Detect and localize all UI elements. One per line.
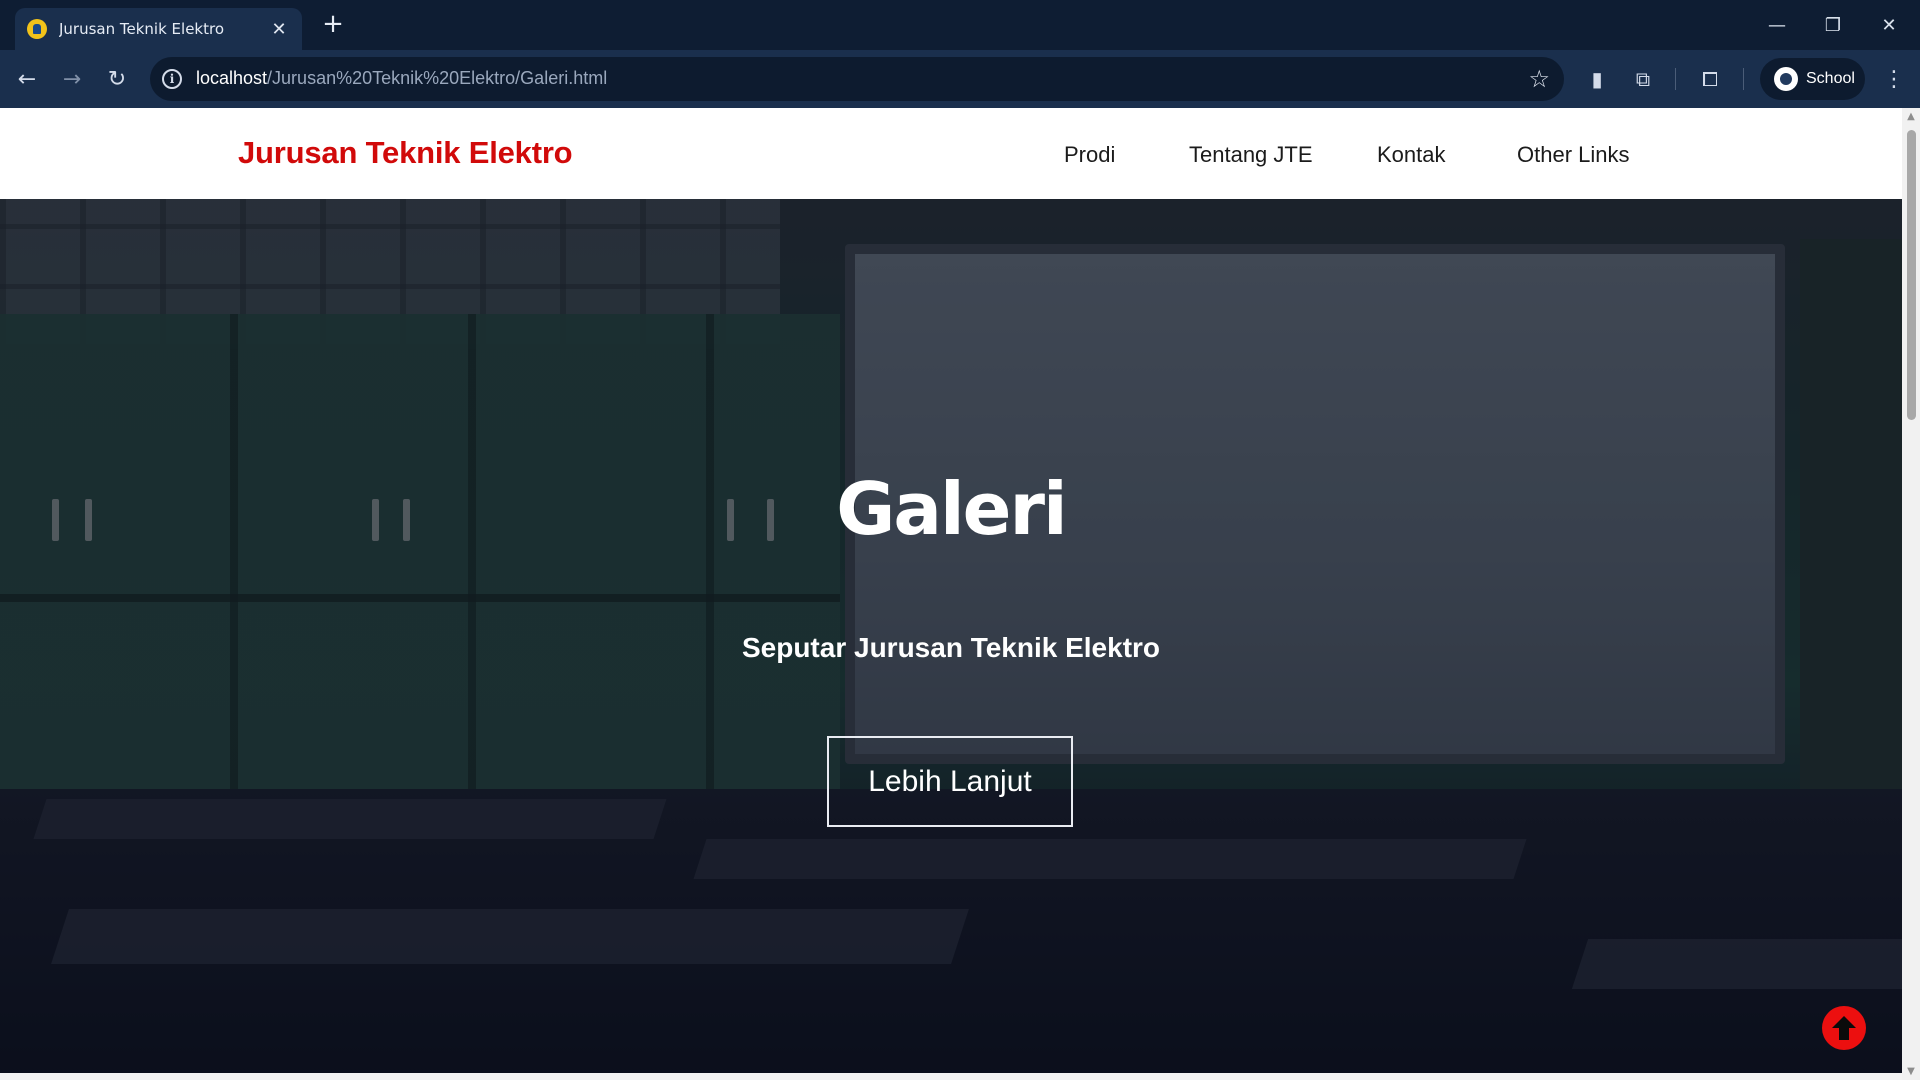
reading-list-icon[interactable]: ▮	[1581, 63, 1613, 95]
hero-subtitle: Seputar Jurusan Teknik Elektro	[741, 632, 1161, 663]
reload-icon[interactable]: ↻	[101, 63, 133, 95]
forward-icon[interactable]: →	[56, 63, 88, 95]
horizontal-scroll-strip	[0, 1073, 1902, 1080]
close-tab-icon[interactable]: ✕	[268, 19, 290, 40]
page-viewport: Jurusan Teknik Elektro Prodi Tentang JTE…	[0, 108, 1920, 1080]
page-scrollbar[interactable]: ▲ ▼	[1902, 108, 1920, 1080]
new-tab-icon[interactable]: +	[318, 10, 348, 40]
site-info-icon[interactable]: i	[162, 69, 182, 89]
nav-link-tentang[interactable]: Tentang JTE	[1189, 142, 1313, 168]
scroll-thumb[interactable]	[1907, 130, 1916, 420]
profile-label: School	[1806, 70, 1855, 87]
back-to-top-button[interactable]	[1822, 1006, 1866, 1050]
scroll-down-icon[interactable]: ▼	[1906, 1066, 1916, 1077]
address-bar[interactable]: i localhost/Jurusan%20Teknik%20Elektro/G…	[150, 57, 1564, 101]
site-brand[interactable]: Jurusan Teknik Elektro	[238, 135, 573, 171]
hero-section: Galeri Seputar Jurusan Teknik Elektro Le…	[0, 199, 1902, 1080]
browser-menu-icon[interactable]: ⋮	[1880, 63, 1908, 95]
scroll-up-icon[interactable]: ▲	[1906, 111, 1916, 122]
lebih-lanjut-button[interactable]: Lebih Lanjut	[827, 736, 1073, 827]
arrow-up-icon	[1832, 1016, 1856, 1040]
hero-title: Galeri	[836, 467, 1067, 551]
close-window-icon[interactable]: ✕	[1861, 0, 1917, 50]
back-icon[interactable]: ←	[11, 63, 43, 95]
url-path: /Jurusan%20Teknik%20Elektro/Galeri.html	[267, 68, 608, 88]
profile-button[interactable]: School	[1760, 58, 1865, 100]
bookmark-star-icon[interactable]: ☆	[1528, 65, 1550, 93]
site-favicon-icon	[27, 19, 47, 39]
browser-tab[interactable]: Jurusan Teknik Elektro ✕	[15, 8, 302, 50]
url-text[interactable]: localhost/Jurusan%20Teknik%20Elektro/Gal…	[196, 68, 607, 89]
browser-tab-strip: Jurusan Teknik Elektro ✕ + — ❐ ✕	[0, 0, 1920, 50]
url-host: localhost	[196, 68, 268, 88]
restore-icon[interactable]: ❐	[1805, 0, 1861, 50]
nav-link-other-links[interactable]: Other Links	[1517, 142, 1630, 168]
minimize-icon[interactable]: —	[1749, 0, 1805, 50]
browser-toolbar: ← → ↻ i localhost/Jurusan%20Teknik%20Ele…	[0, 50, 1920, 108]
toolbar-divider	[1743, 68, 1744, 90]
cast-search-icon[interactable]: ⧠	[1694, 63, 1726, 95]
profile-avatar-icon	[1774, 67, 1798, 91]
nav-link-prodi[interactable]: Prodi	[1064, 142, 1115, 168]
extensions-icon[interactable]: ⧉	[1627, 63, 1659, 95]
toolbar-divider	[1675, 68, 1676, 90]
tab-title: Jurusan Teknik Elektro	[59, 20, 224, 38]
nav-link-kontak[interactable]: Kontak	[1377, 142, 1446, 168]
site-header: Jurusan Teknik Elektro Prodi Tentang JTE…	[0, 108, 1902, 199]
